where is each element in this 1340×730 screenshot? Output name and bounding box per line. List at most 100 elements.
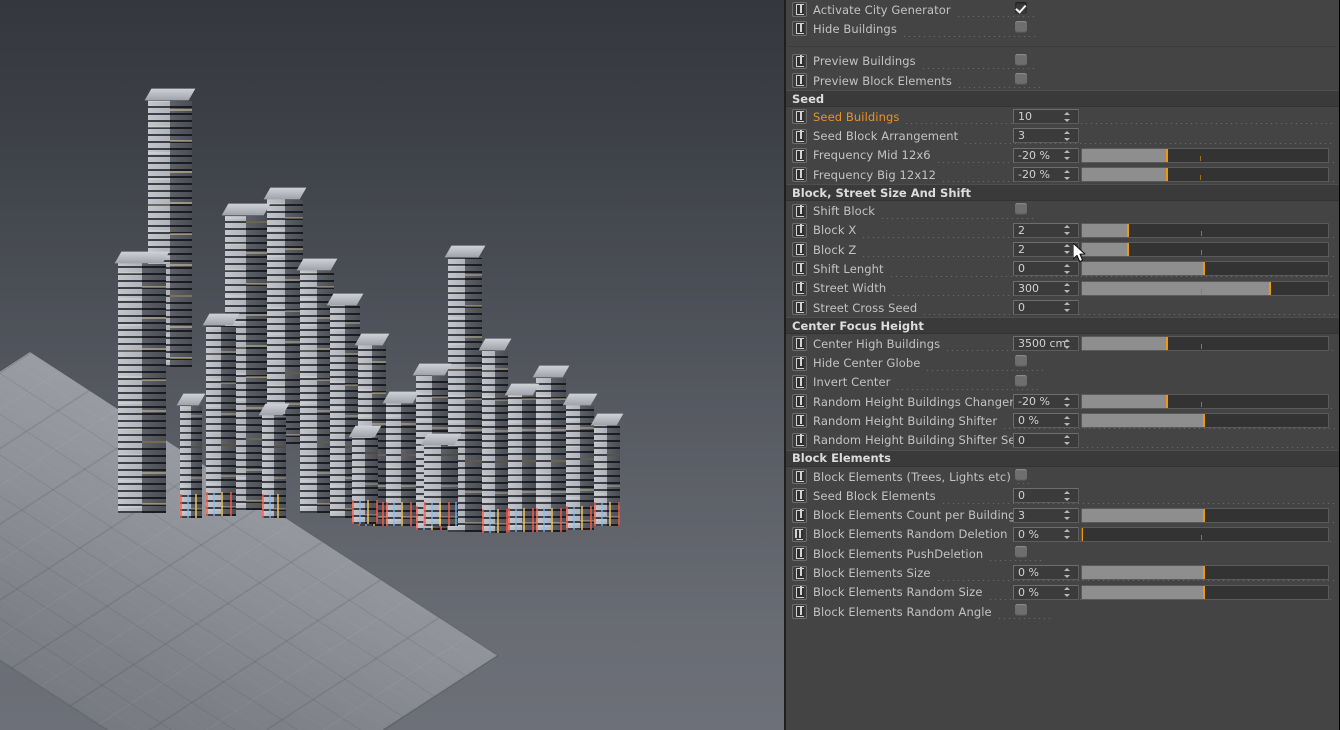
checkbox-hide-buildings[interactable] [1015, 21, 1027, 34]
slider-handle[interactable] [1126, 223, 1129, 237]
viewport-3d[interactable] [0, 0, 784, 730]
slider-handle[interactable] [1165, 168, 1168, 182]
port-icon[interactable] [792, 374, 807, 390]
number-field-frequency-big-12x12[interactable]: -20 % [1013, 167, 1079, 183]
number-field-random-height-building-shifter[interactable]: 0 % [1013, 413, 1079, 429]
param-row-preview-block-elements[interactable]: Preview Block Elements [786, 71, 1339, 90]
param-row-seed-buildings[interactable]: Seed Buildings 10 [786, 107, 1339, 126]
checkbox-invert-center[interactable] [1015, 374, 1027, 387]
port-icon[interactable] [792, 432, 807, 448]
port-icon[interactable] [792, 261, 807, 277]
port-icon[interactable] [792, 147, 807, 163]
param-row-seed-block-elements[interactable]: Seed Block Elements 0 [786, 486, 1339, 505]
slider-handle[interactable] [1202, 508, 1205, 522]
slider-random-height-buildings-changer[interactable] [1081, 394, 1329, 410]
number-field-block-elements-size[interactable]: 0 % [1013, 565, 1079, 581]
slider-handle[interactable] [1269, 281, 1272, 295]
slider-frequency-mid-12x6[interactable] [1081, 147, 1329, 163]
param-row-random-height-buildings-changer[interactable]: Random Height Buildings Changer -20 % [786, 392, 1339, 411]
port-icon[interactable] [792, 355, 807, 371]
param-row-block-elements-trees-lights-etc[interactable]: Block Elements (Trees, Lights etc) [786, 467, 1339, 486]
port-icon[interactable] [792, 222, 807, 238]
port-icon[interactable] [792, 167, 807, 183]
checkbox-block-elements-trees-lights-etc[interactable] [1015, 468, 1027, 481]
slider-shift-lenght[interactable] [1081, 261, 1329, 277]
port-icon[interactable] [792, 413, 807, 429]
checkbox-shift-block[interactable] [1015, 203, 1027, 216]
param-row-block-elements-random-deletion[interactable]: Block Elements Random Deletion 0 % [786, 525, 1339, 544]
param-row-block-elements-pushdeletion[interactable]: Block Elements PushDeletion [786, 544, 1339, 563]
slider-block-elements-random-size[interactable] [1081, 584, 1329, 600]
checkbox-preview-block-elements[interactable] [1015, 72, 1027, 85]
param-row-block-z[interactable]: Block Z 2 [786, 240, 1339, 259]
spinner-arrows-icon[interactable] [1064, 435, 1075, 446]
port-icon[interactable] [792, 488, 807, 504]
spinner-arrows-icon[interactable] [1064, 244, 1075, 255]
number-field-block-x[interactable]: 2 [1013, 222, 1079, 238]
port-icon[interactable] [792, 21, 807, 37]
slider-block-elements-count-per-buildingside[interactable] [1081, 507, 1329, 523]
param-row-random-height-building-shifter-seed[interactable]: Random Height Building Shifter Seed 0 [786, 431, 1339, 450]
number-field-random-height-buildings-changer[interactable]: -20 % [1013, 394, 1079, 410]
port-icon[interactable] [792, 565, 807, 581]
param-row-block-x[interactable]: Block X 2 [786, 221, 1339, 240]
slider-handle[interactable] [1202, 566, 1205, 580]
param-row-block-elements-count-per-buildingside[interactable]: Block Elements Count per BuildingSide 3 [786, 506, 1339, 525]
slider-block-elements-random-deletion[interactable] [1081, 526, 1329, 542]
group-header-seed[interactable]: Seed [786, 90, 1339, 108]
param-row-shift-block[interactable]: Shift Block [786, 201, 1339, 220]
checkbox-preview-buildings[interactable] [1015, 53, 1027, 66]
number-field-center-high-buildings[interactable]: 3500 cm [1013, 336, 1079, 352]
param-row-street-width[interactable]: Street Width 300 [786, 279, 1339, 298]
slider-center-high-buildings[interactable] [1081, 336, 1329, 352]
slider-block-z[interactable] [1081, 241, 1329, 257]
spinner-arrows-icon[interactable] [1064, 529, 1075, 540]
spinner-arrows-icon[interactable] [1064, 587, 1075, 598]
checkbox-block-elements-pushdeletion[interactable] [1015, 546, 1027, 559]
port-icon[interactable] [792, 469, 807, 485]
port-icon[interactable] [792, 300, 807, 315]
param-row-frequency-mid-12x6[interactable]: Frequency Mid 12x6 -20 % [786, 146, 1339, 165]
port-icon[interactable] [792, 53, 807, 69]
checkbox-block-elements-random-angle[interactable] [1015, 604, 1027, 617]
spinner-arrows-icon[interactable] [1064, 567, 1075, 578]
group-header-block-elements[interactable]: Block Elements [786, 449, 1339, 467]
slider-handle[interactable] [1126, 242, 1129, 256]
param-row-center-high-buildings[interactable]: Center High Buildings 3500 cm [786, 334, 1339, 353]
slider-handle[interactable] [1165, 337, 1168, 351]
port-icon[interactable] [792, 109, 807, 125]
number-field-random-height-building-shifter-seed[interactable]: 0 [1013, 432, 1079, 448]
spinner-arrows-icon[interactable] [1064, 169, 1075, 180]
param-row-block-elements-random-angle[interactable]: Block Elements Random Angle [786, 602, 1339, 621]
spinner-arrows-icon[interactable] [1064, 396, 1075, 407]
param-row-street-cross-seed[interactable]: Street Cross Seed 0 [786, 298, 1339, 317]
spinner-arrows-icon[interactable] [1064, 111, 1075, 122]
slider-handle[interactable] [1202, 585, 1205, 599]
spinner-arrows-icon[interactable] [1064, 225, 1075, 236]
spinner-arrows-icon[interactable] [1064, 415, 1075, 426]
param-row-activate-city-generator[interactable]: Activate City Generator [786, 0, 1339, 19]
number-field-block-z[interactable]: 2 [1013, 241, 1079, 257]
slider-handle[interactable] [1165, 148, 1168, 162]
spinner-arrows-icon[interactable] [1064, 490, 1075, 501]
number-field-block-elements-random-size[interactable]: 0 % [1013, 584, 1079, 600]
param-row-shift-lenght[interactable]: Shift Lenght 0 [786, 259, 1339, 278]
slider-handle[interactable] [1082, 527, 1083, 541]
number-field-street-cross-seed[interactable]: 0 [1013, 299, 1079, 315]
checkbox-activate-city-generator[interactable] [1015, 2, 1027, 14]
slider-frequency-big-12x12[interactable] [1081, 167, 1329, 183]
group-header-block-street-size-and-shift[interactable]: Block, Street Size And Shift [786, 184, 1339, 202]
number-field-frequency-mid-12x6[interactable]: -20 % [1013, 147, 1079, 163]
slider-block-x[interactable] [1081, 222, 1329, 238]
slider-random-height-building-shifter[interactable] [1081, 413, 1329, 429]
spinner-arrows-icon[interactable] [1064, 510, 1075, 521]
param-row-frequency-big-12x12[interactable]: Frequency Big 12x12 -20 % [786, 165, 1339, 184]
spinner-arrows-icon[interactable] [1064, 150, 1075, 161]
port-icon[interactable] [792, 280, 807, 296]
port-icon[interactable] [792, 73, 807, 89]
param-row-random-height-building-shifter[interactable]: Random Height Building Shifter 0 % [786, 411, 1339, 430]
port-icon[interactable] [792, 2, 807, 18]
number-field-seed-block-arrangement[interactable]: 3 [1013, 128, 1079, 144]
slider-handle[interactable] [1165, 395, 1168, 409]
port-icon[interactable] [792, 507, 807, 523]
